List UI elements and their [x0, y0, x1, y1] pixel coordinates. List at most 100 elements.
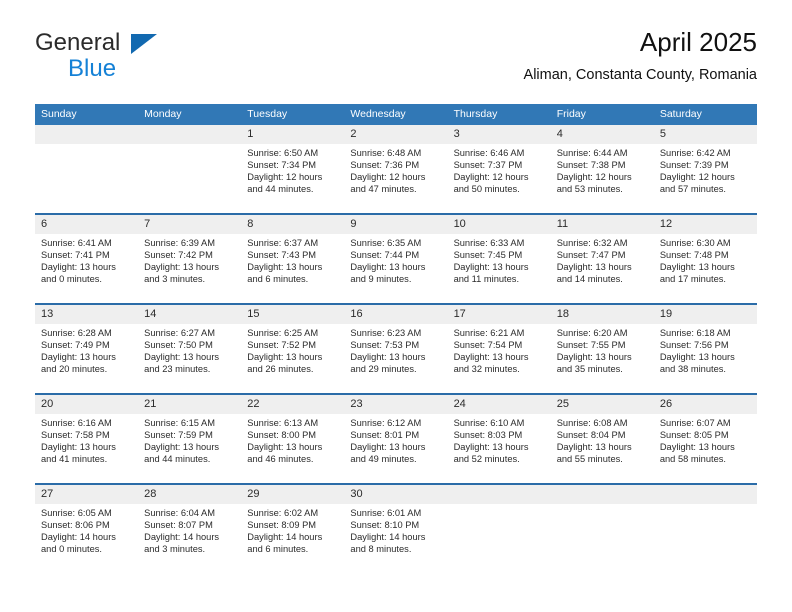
day-details: Sunrise: 6:21 AM Sunset: 7:54 PM Daylight:…: [448, 324, 551, 375]
calendar-day-cell-empty: [35, 125, 139, 214]
brand-line1-wrap: General: [35, 30, 275, 56]
daylight-text-line1: Daylight: 13 hours: [144, 262, 220, 273]
calendar-day-cell[interactable]: 27 Sunrise: 6:05 AM Sunset: 8:06 PM Dayligh…: [35, 483, 139, 573]
calendar-day-cell[interactable]: 15 Sunrise: 6:25 AM Sunset: 7:52 PM Dayligh…: [241, 303, 345, 394]
calendar-day-cell[interactable]: 17 Sunrise: 6:21 AM Sunset: 7:54 PM Dayligh…: [447, 303, 551, 394]
calendar-day-cell[interactable]: 4 Sunrise: 6:44 AM Sunset: 7:38 PM Daylight…: [550, 125, 654, 214]
daylight-text-line1: Daylight: 12 hours: [556, 172, 632, 183]
day-details: Sunrise: 6:10 AM Sunset: 8:03 PM Daylight:…: [448, 414, 551, 465]
sunset-text: Sunset: 8:04 PM: [556, 430, 626, 441]
day-cell-inner: 25 Sunrise: 6:08 AM Sunset: 8:04 PM Dayligh…: [550, 395, 654, 483]
daylight-text-line2: and 26 minutes.: [247, 364, 314, 375]
weekday-header-sunday: Sunday: [35, 104, 139, 125]
day-details: Sunrise: 6:08 AM Sunset: 8:04 PM Daylight:…: [551, 414, 654, 465]
calendar-day-cell[interactable]: 14 Sunrise: 6:27 AM Sunset: 7:50 PM Dayligh…: [138, 303, 242, 394]
day-details: Sunrise: 6:02 AM Sunset: 8:09 PM Daylight:…: [241, 504, 344, 555]
day-details: Sunrise: 6:50 AM Sunset: 7:34 PM Daylight:…: [241, 144, 344, 195]
calendar-day-cell[interactable]: 1 Sunrise: 6:50 AM Sunset: 7:34 PM Daylight…: [241, 125, 345, 214]
daylight-text-line1: Daylight: 13 hours: [350, 262, 426, 273]
day-details: Sunrise: 6:41 AM Sunset: 7:41 PM Daylight:…: [35, 234, 138, 285]
day-cell-inner: [653, 485, 757, 573]
day-details: Sunrise: 6:37 AM Sunset: 7:43 PM Daylight:…: [241, 234, 344, 285]
daylight-text-line2: and 46 minutes.: [247, 454, 314, 465]
day-cell-inner: 19 Sunrise: 6:18 AM Sunset: 7:56 PM Dayligh…: [653, 305, 757, 393]
calendar-day-cell[interactable]: 18 Sunrise: 6:20 AM Sunset: 7:55 PM Dayligh…: [550, 303, 654, 394]
daylight-text-line1: Daylight: 13 hours: [556, 262, 632, 273]
calendar-day-cell[interactable]: 16 Sunrise: 6:23 AM Sunset: 7:53 PM Dayligh…: [344, 303, 448, 394]
day-details: Sunrise: 6:42 AM Sunset: 7:39 PM Daylight:…: [654, 144, 757, 195]
day-cell-inner: [35, 125, 139, 213]
day-details: Sunrise: 6:12 AM Sunset: 8:01 PM Daylight:…: [344, 414, 447, 465]
sunset-text: Sunset: 8:05 PM: [659, 430, 729, 441]
sunrise-text: Sunrise: 6:23 AM: [350, 328, 422, 338]
calendar-week-row: 20 Sunrise: 6:16 AM Sunset: 7:58 PM Dayligh…: [35, 393, 757, 484]
calendar-day-cell[interactable]: 20 Sunrise: 6:16 AM Sunset: 7:58 PM Dayligh…: [35, 393, 139, 484]
daylight-text-line2: and 8 minutes.: [350, 544, 412, 555]
day-cell-inner: 5 Sunrise: 6:42 AM Sunset: 7:39 PM Daylight…: [653, 125, 757, 213]
calendar-day-cell[interactable]: 10 Sunrise: 6:33 AM Sunset: 7:45 PM Dayligh…: [447, 213, 551, 304]
daylight-text-line2: and 9 minutes.: [350, 274, 412, 285]
day-cell-inner: 15 Sunrise: 6:25 AM Sunset: 7:52 PM Dayligh…: [241, 305, 345, 393]
calendar-day-cell[interactable]: 3 Sunrise: 6:46 AM Sunset: 7:37 PM Daylight…: [447, 125, 551, 214]
sunrise-text: Sunrise: 6:35 AM: [350, 238, 422, 248]
calendar-day-cell[interactable]: 13 Sunrise: 6:28 AM Sunset: 7:49 PM Dayligh…: [35, 303, 139, 394]
calendar-day-cell[interactable]: 8 Sunrise: 6:37 AM Sunset: 7:43 PM Daylight…: [241, 213, 345, 304]
calendar-day-cell[interactable]: 26 Sunrise: 6:07 AM Sunset: 8:05 PM Dayligh…: [653, 393, 757, 484]
day-cell-inner: [447, 485, 551, 573]
day-cell-inner: [138, 125, 242, 213]
calendar-day-cell[interactable]: 2 Sunrise: 6:48 AM Sunset: 7:36 PM Daylight…: [344, 125, 448, 214]
daylight-text-line2: and 50 minutes.: [453, 184, 520, 195]
sunset-text: Sunset: 8:09 PM: [247, 520, 317, 531]
sunrise-text: Sunrise: 6:44 AM: [556, 148, 628, 158]
sunset-text: Sunset: 7:50 PM: [144, 340, 213, 351]
daylight-text-line1: Daylight: 13 hours: [41, 442, 116, 453]
page-title: April 2025: [639, 27, 757, 57]
sunrise-text: Sunrise: 6:13 AM: [247, 418, 319, 428]
calendar-day-cell[interactable]: 22 Sunrise: 6:13 AM Sunset: 8:00 PM Dayligh…: [241, 393, 345, 484]
calendar-day-cell[interactable]: 24 Sunrise: 6:10 AM Sunset: 8:03 PM Dayligh…: [447, 393, 551, 484]
daylight-text-line1: Daylight: 13 hours: [144, 442, 220, 453]
calendar-day-cell[interactable]: 28 Sunrise: 6:04 AM Sunset: 8:07 PM Dayligh…: [138, 483, 242, 573]
brand-logo[interactable]: General Blue: [35, 30, 275, 86]
weekday-header-saturday: Saturday: [653, 104, 757, 125]
day-cell-inner: 26 Sunrise: 6:07 AM Sunset: 8:05 PM Dayligh…: [653, 395, 757, 483]
day-details: Sunrise: 6:32 AM Sunset: 7:47 PM Daylight:…: [551, 234, 654, 285]
day-cell-inner: 12 Sunrise: 6:30 AM Sunset: 7:48 PM Dayligh…: [653, 215, 757, 303]
sunset-text: Sunset: 7:52 PM: [247, 340, 317, 351]
day-cell-inner: 17 Sunrise: 6:21 AM Sunset: 7:54 PM Dayligh…: [447, 305, 551, 393]
calendar-day-cell[interactable]: 11 Sunrise: 6:32 AM Sunset: 7:47 PM Dayligh…: [550, 213, 654, 304]
sunrise-text: Sunrise: 6:30 AM: [659, 238, 731, 248]
calendar-day-cell[interactable]: 23 Sunrise: 6:12 AM Sunset: 8:01 PM Dayligh…: [344, 393, 448, 484]
day-cell-inner: 1 Sunrise: 6:50 AM Sunset: 7:34 PM Daylight…: [241, 125, 345, 213]
day-cell-inner: 4 Sunrise: 6:44 AM Sunset: 7:38 PM Daylight…: [550, 125, 654, 213]
calendar-day-cell[interactable]: 6 Sunrise: 6:41 AM Sunset: 7:41 PM Daylight…: [35, 213, 139, 304]
day-details: Sunrise: 6:16 AM Sunset: 7:58 PM Daylight:…: [35, 414, 138, 465]
day-details: Sunrise: 6:05 AM Sunset: 8:06 PM Daylight:…: [35, 504, 138, 555]
calendar-day-cell[interactable]: 29 Sunrise: 6:02 AM Sunset: 8:09 PM Dayligh…: [241, 483, 345, 573]
calendar-day-cell[interactable]: 9 Sunrise: 6:35 AM Sunset: 7:44 PM Daylight…: [344, 213, 448, 304]
calendar-day-cell[interactable]: 30 Sunrise: 6:01 AM Sunset: 8:10 PM Dayligh…: [344, 483, 448, 573]
daylight-text-line1: Daylight: 14 hours: [247, 532, 323, 543]
sunset-text: Sunset: 8:07 PM: [144, 520, 213, 531]
day-details: Sunrise: 6:25 AM Sunset: 7:52 PM Daylight:…: [241, 324, 344, 375]
sunset-text: Sunset: 7:43 PM: [247, 250, 317, 261]
calendar-day-cell[interactable]: 21 Sunrise: 6:15 AM Sunset: 7:59 PM Dayligh…: [138, 393, 242, 484]
daylight-text-line2: and 3 minutes.: [144, 274, 206, 285]
daylight-text-line1: Daylight: 13 hours: [41, 352, 116, 363]
calendar-day-cell[interactable]: 5 Sunrise: 6:42 AM Sunset: 7:39 PM Daylight…: [653, 125, 757, 214]
day-number: 30: [344, 485, 448, 504]
daylight-text-line1: Daylight: 13 hours: [247, 262, 323, 273]
sunrise-text: Sunrise: 6:32 AM: [556, 238, 628, 248]
day-number: 2: [344, 125, 448, 144]
sunset-text: Sunset: 7:56 PM: [659, 340, 729, 351]
day-number: 24: [447, 395, 551, 414]
day-number: [653, 485, 757, 504]
calendar-day-cell[interactable]: 25 Sunrise: 6:08 AM Sunset: 8:04 PM Dayligh…: [550, 393, 654, 484]
calendar-day-cell-empty: [550, 483, 654, 573]
calendar-day-cell[interactable]: 12 Sunrise: 6:30 AM Sunset: 7:48 PM Dayligh…: [653, 213, 757, 304]
day-details: Sunrise: 6:07 AM Sunset: 8:05 PM Daylight:…: [654, 414, 757, 465]
calendar-day-cell[interactable]: 19 Sunrise: 6:18 AM Sunset: 7:56 PM Dayligh…: [653, 303, 757, 394]
day-details: Sunrise: 6:04 AM Sunset: 8:07 PM Daylight:…: [138, 504, 241, 555]
calendar-day-cell[interactable]: 7 Sunrise: 6:39 AM Sunset: 7:42 PM Daylight…: [138, 213, 242, 304]
sunrise-text: Sunrise: 6:48 AM: [350, 148, 422, 158]
